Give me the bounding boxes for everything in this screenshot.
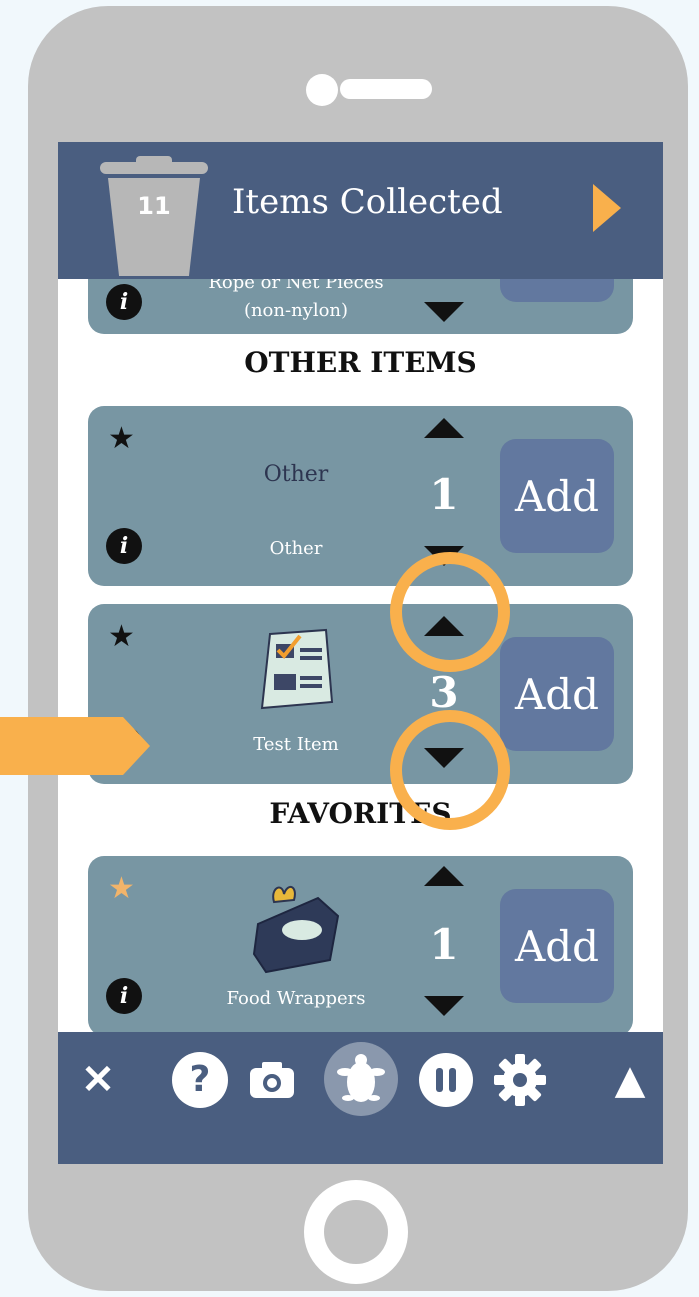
help-glyph: ?	[172, 1052, 228, 1108]
item-label-line2: (non-nylon)	[243, 300, 349, 321]
item-count: 1	[429, 920, 459, 969]
phone-home-button[interactable]	[304, 1180, 408, 1284]
app-screen: 11 Items Collected i Rope or Net Pieces …	[58, 142, 663, 1164]
pause-icon[interactable]	[418, 1052, 474, 1108]
food-wrapper-icon	[252, 885, 340, 974]
phone-speaker	[340, 79, 432, 99]
item-card-other: ★ i Other Other 1 Add	[88, 406, 633, 586]
next-arrow-icon[interactable]	[593, 184, 621, 232]
bottom-toolbar: ✕ ? ▲	[58, 1032, 663, 1164]
phone-camera	[306, 74, 338, 106]
decrease-arrow-icon[interactable]	[424, 996, 464, 1016]
section-title-favorites: FAVORITES	[269, 797, 452, 830]
add-button[interactable]: Add	[500, 439, 614, 553]
close-icon[interactable]: ✕	[70, 1052, 126, 1108]
item-label: Test Item	[253, 734, 339, 755]
highlight-ring-increase	[390, 552, 510, 672]
item-label: Food Wrappers	[226, 988, 366, 1009]
trash-lid	[100, 162, 208, 174]
star-icon[interactable]: ★	[108, 424, 135, 454]
add-button[interactable]: Add	[500, 637, 614, 751]
items-count: 11	[137, 192, 171, 220]
camera-icon[interactable]	[244, 1052, 300, 1108]
highlight-ring-decrease	[390, 710, 510, 830]
tutorial-pointer-arrow	[0, 717, 150, 775]
gear-icon[interactable]	[492, 1052, 548, 1108]
checklist-icon	[260, 628, 334, 710]
page-title: Items Collected	[232, 182, 503, 222]
item-card-test-item: ★ i Test Item 3 Add	[88, 604, 633, 784]
turtle-button[interactable]	[324, 1042, 398, 1116]
app-header: 11 Items Collected	[58, 142, 663, 279]
item-label: Other	[269, 538, 323, 559]
item-name: Other	[263, 462, 329, 487]
item-count: 1	[429, 470, 459, 519]
section-title-other-items: OTHER ITEMS	[244, 346, 477, 379]
info-icon[interactable]: i	[106, 284, 142, 320]
decrease-arrow-icon[interactable]	[424, 302, 464, 322]
increase-arrow-icon[interactable]	[424, 418, 464, 438]
expand-icon[interactable]: ▲	[610, 1052, 650, 1108]
turtle-icon	[337, 1054, 385, 1102]
trash-icon: 11	[100, 156, 208, 276]
star-icon[interactable]: ★	[108, 622, 135, 652]
info-icon[interactable]: i	[106, 978, 142, 1014]
add-button[interactable]: Add	[500, 889, 614, 1003]
item-card-food-wrappers: ★ i Food Wrappers 1 Add	[88, 856, 633, 1036]
info-icon[interactable]: i	[106, 528, 142, 564]
increase-arrow-icon[interactable]	[424, 866, 464, 886]
favorite-star-icon[interactable]: ★	[108, 874, 135, 904]
help-icon[interactable]: ?	[172, 1052, 228, 1108]
